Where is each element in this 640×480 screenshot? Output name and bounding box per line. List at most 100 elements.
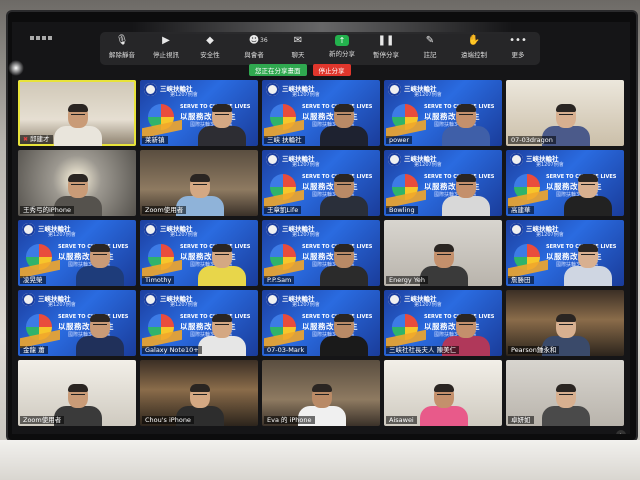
toolbar-remote-control-button[interactable]: ✋ 遠端控制 bbox=[453, 35, 495, 59]
participant-name-label: Pearson鍾永和 bbox=[508, 346, 560, 354]
toolbar-annotate-button[interactable]: ✎ 註記 bbox=[409, 35, 451, 59]
toolbar-label: 註記 bbox=[423, 51, 437, 59]
meeting-number: 第1207例會 bbox=[292, 162, 320, 168]
video-gallery-grid: ✖邱建才 三峡扶輪社第1207例會SERVE TO CHANGE LIVES以服務… bbox=[18, 80, 624, 430]
rotary-seal-icon bbox=[388, 83, 401, 96]
participant-name: 三峡 扶輪社 bbox=[267, 136, 302, 144]
participant-name-label: 高建華 bbox=[508, 206, 534, 214]
participant-tile[interactable]: ✖ 邱建才 bbox=[18, 80, 136, 146]
meeting-number: 第1207例會 bbox=[414, 92, 442, 98]
participant-name-label: Zoom使用者 bbox=[142, 206, 187, 214]
annotate-icon: ✎ bbox=[425, 35, 435, 46]
toolbar-label: 停止視訊 bbox=[153, 51, 179, 59]
participant-name: 三峡社社長夫人 陳美仁 bbox=[389, 346, 457, 354]
participant-tile[interactable]: 三峽扶輪社第1207例會SERVE TO CHANGE LIVES以服務改善人生… bbox=[18, 220, 136, 286]
participant-tile[interactable]: Zoom使用者 bbox=[140, 150, 258, 216]
participant-name: P.P.Sam bbox=[267, 276, 292, 284]
participant-name: 凌晃榮 bbox=[23, 276, 43, 284]
participant-tile[interactable]: Eva 的 iPhone bbox=[262, 360, 380, 426]
participant-name: Pearson鍾永和 bbox=[511, 346, 557, 354]
participant-tile[interactable]: 三峽扶輪社第1207例會SERVE TO CHANGE LIVES以服務改善人生… bbox=[384, 150, 502, 216]
rotary-seal-icon bbox=[144, 293, 157, 306]
toolbar-label: 新的分享 bbox=[329, 50, 355, 58]
participant-name: Eva 的 iPhone bbox=[267, 416, 312, 424]
toolbar-label: 遠端控制 bbox=[461, 51, 487, 59]
participant-tile[interactable]: Zoom使用者 bbox=[18, 360, 136, 426]
zoom-screen: 🎙 解除靜音 ▶ 停止視訊 ◆ 安全性 ☻ 36 與會者 ✉ 聊天 ↑ 新的分享 ❚❚ 暫停分享 ✎ 註記 ✋ 遠端… bbox=[12, 22, 630, 434]
participant-video bbox=[564, 244, 612, 286]
participant-video bbox=[320, 104, 368, 146]
pause-icon: ❚❚ bbox=[377, 35, 395, 46]
participant-tile[interactable]: Aisawei bbox=[384, 360, 502, 426]
meeting-number: 第1207例會 bbox=[414, 302, 442, 308]
participant-tile[interactable]: 三峽扶輪社第1207例會SERVE TO CHANGE LIVES以服務改善人生… bbox=[262, 290, 380, 356]
participant-name: 07-03-Mark bbox=[267, 346, 305, 354]
participant-tile[interactable]: 07-03dragon bbox=[506, 80, 624, 146]
rotary-seal-icon bbox=[144, 83, 157, 96]
meeting-number: 第1207例會 bbox=[536, 162, 564, 168]
participant-video bbox=[198, 314, 246, 356]
participant-name: 邱建才 bbox=[30, 135, 50, 143]
participant-name-label: 王秀弓的iPhone bbox=[20, 206, 74, 214]
rotary-seal-icon bbox=[510, 223, 523, 236]
participant-name-label: 三峡社社長夫人 陳美仁 bbox=[386, 346, 460, 354]
participant-tile[interactable]: 三峽扶輪社第1207例會SERVE TO CHANGE LIVES以服務改善人生… bbox=[384, 80, 502, 146]
participant-tile[interactable]: 三峽扶輪社第1207例會SERVE TO CHANGE LIVES以服務改善人生… bbox=[262, 220, 380, 286]
participant-tile[interactable]: 三峽扶輪社第1207例會SERVE TO CHANGE LIVES以服務改善人生… bbox=[140, 290, 258, 356]
participant-name-label: 金龍 蕭 bbox=[20, 346, 48, 354]
meeting-number: 第1207例會 bbox=[170, 92, 198, 98]
toolbar-participants-button[interactable]: ☻ 36 與會者 bbox=[233, 35, 275, 59]
meeting-number: 第1207例會 bbox=[48, 302, 76, 308]
participant-tile[interactable]: Pearson鍾永和 bbox=[506, 290, 624, 356]
more-icon: ••• bbox=[509, 35, 527, 46]
app-menu-dots-icon[interactable] bbox=[30, 36, 52, 40]
remote-control-icon: ✋ bbox=[467, 35, 481, 46]
participant-tile[interactable]: 三峡扶輪社第1207例會SERVE TO CHANGE LIVES以服務改善人生… bbox=[140, 80, 258, 146]
toolbar-mic-muted-button[interactable]: 🎙 解除靜音 bbox=[101, 35, 143, 59]
toolbar-pause-button[interactable]: ❚❚ 暫停分享 bbox=[365, 35, 407, 59]
share-screen-icon: ↑ bbox=[335, 35, 349, 46]
participant-name: Energy Yeh bbox=[389, 276, 426, 284]
stop-share-button[interactable]: 停止分享 bbox=[312, 64, 351, 76]
toolbar-video-camera-button[interactable]: ▶ 停止視訊 bbox=[145, 35, 187, 59]
participant-tile[interactable]: Energy Yeh bbox=[384, 220, 502, 286]
participant-tile[interactable]: 王秀弓的iPhone bbox=[18, 150, 136, 216]
participant-tile[interactable]: 三峽扶輪社第1207例會SERVE TO CHANGE LIVES以服務改善人生… bbox=[506, 150, 624, 216]
participant-tile[interactable]: 卓妍如 bbox=[506, 360, 624, 426]
meeting-number: 第1207例會 bbox=[170, 302, 198, 308]
meeting-number: 第1207例會 bbox=[414, 162, 442, 168]
meeting-number: 第1207例會 bbox=[536, 232, 564, 238]
toolbar-label: 安全性 bbox=[200, 51, 220, 59]
participant-name: 王章凱Life bbox=[267, 206, 299, 214]
participant-tile[interactable]: 三峽扶輪社第1207例會SERVE TO CHANGE LIVES以服務改善人生… bbox=[140, 220, 258, 286]
mic-muted-icon: ✖ bbox=[23, 136, 29, 143]
participant-video bbox=[564, 174, 612, 216]
sharing-status-label: 您正在分享畫面 bbox=[249, 64, 307, 76]
participant-name-label: Aisawei bbox=[386, 416, 417, 424]
participant-tile[interactable]: Chou's iPhone bbox=[140, 360, 258, 426]
participant-tile[interactable]: 三峽扶輪社第1207例會SERVE TO CHANGE LIVES以服務改善人生… bbox=[262, 80, 380, 146]
toolbar-more-button[interactable]: ••• 更多 bbox=[497, 35, 539, 59]
participant-tile[interactable]: 三峽扶輪社第1207例會SERVE TO CHANGE LIVES以服務改善人生… bbox=[18, 290, 136, 356]
participant-video bbox=[76, 314, 124, 356]
participant-tile[interactable]: 三峽扶輪社第1207例會SERVE TO CHANGE LIVES以服務改善人生… bbox=[262, 150, 380, 216]
participant-name-label: 07-03-Mark bbox=[264, 346, 308, 354]
participant-name: Chou's iPhone bbox=[145, 416, 191, 424]
participant-video bbox=[198, 244, 246, 286]
participant-tile[interactable]: 三峽扶輪社第1207例會SERVE TO CHANGE LIVES以服務改善人生… bbox=[384, 290, 502, 356]
participant-name: 金龍 蕭 bbox=[23, 346, 45, 354]
participant-tile[interactable]: 三峽扶輪社第1207例會SERVE TO CHANGE LIVES以服務改善人生… bbox=[506, 220, 624, 286]
toolbar-share-screen-button[interactable]: ↑ 新的分享 bbox=[321, 35, 363, 58]
rotary-seal-icon bbox=[266, 153, 279, 166]
participant-video bbox=[442, 104, 490, 146]
toolbar-shield-button[interactable]: ◆ 安全性 bbox=[189, 35, 231, 59]
participant-video bbox=[420, 384, 468, 426]
toolbar-chat-button[interactable]: ✉ 聊天 bbox=[277, 35, 319, 59]
next-page-icon[interactable]: › bbox=[616, 430, 626, 434]
video-camera-icon: ▶ bbox=[162, 35, 170, 46]
rotary-seal-icon bbox=[22, 293, 35, 306]
participant-name: 卓妍如 bbox=[511, 416, 531, 424]
rotary-seal-icon bbox=[266, 223, 279, 236]
participant-name: 王秀弓的iPhone bbox=[23, 206, 71, 214]
participant-name-label: 三峡 扶輪社 bbox=[264, 136, 305, 144]
